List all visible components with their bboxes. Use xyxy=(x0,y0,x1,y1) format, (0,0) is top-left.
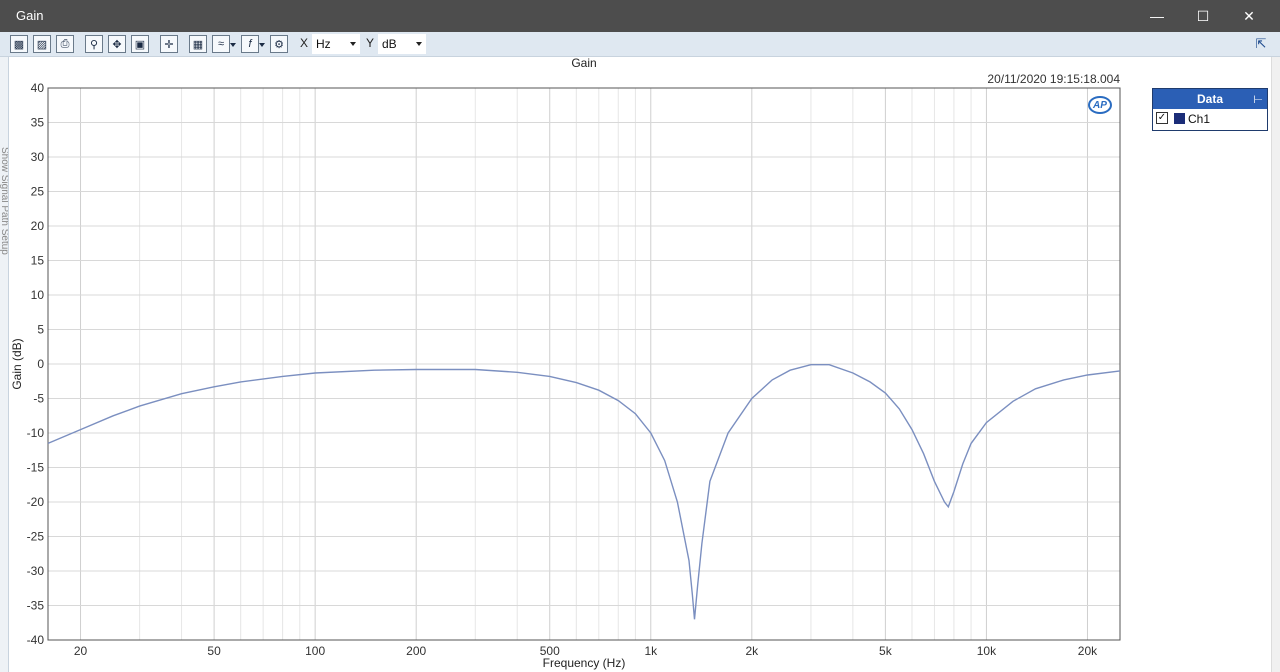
pin-icon[interactable]: ⊢ xyxy=(1253,90,1263,110)
y-tick-label: 5 xyxy=(37,323,44,337)
legend-header-label: Data xyxy=(1196,92,1223,106)
chart-grid xyxy=(48,87,1120,641)
ap-logo: AP xyxy=(1088,96,1112,114)
ch1-color-swatch xyxy=(1174,113,1185,124)
x-tick-label: 10k xyxy=(977,644,997,658)
ch1-series-line xyxy=(47,364,1121,620)
x-tick-label: 1k xyxy=(644,644,658,658)
y-tick-label: 25 xyxy=(31,185,45,199)
x-tick-label: 20 xyxy=(74,644,88,658)
y-tick-label: -10 xyxy=(27,426,45,440)
y-axis-title: Gain (dB) xyxy=(10,338,24,389)
y-tick-label: 35 xyxy=(31,116,45,130)
y-tick-label: 20 xyxy=(31,219,45,233)
x-tick-label: 5k xyxy=(879,644,893,658)
x-tick-label: 50 xyxy=(207,644,221,658)
ch1-label: Ch1 xyxy=(1188,112,1211,126)
y-tick-label: -40 xyxy=(27,633,45,647)
x-axis-title: Frequency (Hz) xyxy=(543,656,626,670)
y-tick-label: -15 xyxy=(27,461,45,475)
y-tick-label: 15 xyxy=(31,254,45,268)
x-tick-label: 20k xyxy=(1078,644,1098,658)
x-tick-label: 100 xyxy=(305,644,325,658)
y-tick-label: 0 xyxy=(37,357,44,371)
y-tick-label: -35 xyxy=(27,599,45,613)
y-tick-label: -30 xyxy=(27,564,45,578)
y-tick-label: -20 xyxy=(27,495,45,509)
x-tick-label: 200 xyxy=(406,644,426,658)
ch1-checkbox[interactable]: ✓ xyxy=(1156,112,1168,124)
y-tick-label: 40 xyxy=(31,81,45,95)
legend-panel: Data ⊢ ✓ Ch1 xyxy=(1152,88,1268,131)
x-tick-label: 2k xyxy=(745,644,759,658)
y-tick-label: -5 xyxy=(33,392,44,406)
y-tick-label: -25 xyxy=(27,530,45,544)
y-tick-label: 10 xyxy=(31,288,45,302)
y-tick-label: 30 xyxy=(31,150,45,164)
legend-header: Data ⊢ xyxy=(1153,89,1267,109)
y-tick-labels: 40 35 30 25 20 15 10 5 0 -5 -10 -15 -20 -25 -30 -35 -40 xyxy=(27,81,45,647)
legend-item[interactable]: ✓ Ch1 xyxy=(1153,109,1267,131)
